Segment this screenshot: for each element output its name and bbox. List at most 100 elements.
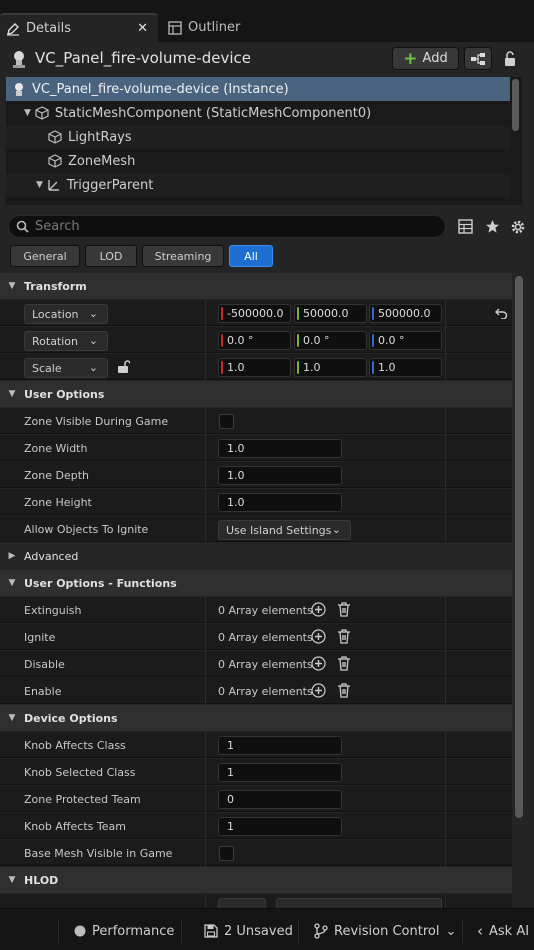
tab-details[interactable]: Details ✕ xyxy=(0,13,158,42)
hierarchy-icon xyxy=(470,52,486,66)
location-z-field[interactable]: 500000.0 xyxy=(369,304,442,323)
tree-item-instance[interactable]: VC_Panel_fire-volume-device (Instance) xyxy=(6,77,510,101)
close-icon[interactable]: ✕ xyxy=(137,21,148,36)
scene-component-icon xyxy=(48,180,59,191)
collapse-arrow-icon[interactable]: ▼ xyxy=(0,713,24,723)
property-row-location: Location ⌄ -500000.0 50000.0 500000.0 xyxy=(0,300,512,326)
collapse-arrow-icon[interactable]: ▼ xyxy=(0,875,24,885)
hlod-dropdown-partial[interactable] xyxy=(218,898,266,908)
scale-z-field[interactable]: 1.0 xyxy=(369,358,442,377)
collapse-arrow-icon[interactable]: ▼ xyxy=(0,389,24,399)
rotation-mode-dropdown[interactable]: Rotation ⌄ xyxy=(24,331,108,351)
property-label: Enable xyxy=(24,685,62,698)
property-row-zone-visible: Zone Visible During Game xyxy=(0,408,512,434)
property-grid: ▼ Transform Location ⌄ -500000.0 50000.0… xyxy=(0,273,512,908)
rotation-y-field[interactable]: 0.0 ° xyxy=(294,331,367,350)
hlod-dropdown-partial-2[interactable] xyxy=(276,898,442,908)
location-mode-dropdown[interactable]: Location ⌄ xyxy=(24,304,108,324)
tree-item-triggerparent[interactable]: ▼ TriggerParent xyxy=(6,173,510,197)
filter-tab-streaming[interactable]: Streaming xyxy=(142,245,224,267)
rotation-x-field[interactable]: 0.0 ° xyxy=(218,331,291,350)
scale-mode-dropdown[interactable]: Scale ⌄ xyxy=(24,358,108,378)
unsaved-button[interactable]: 2 Unsaved xyxy=(204,917,293,945)
property-grid-scrollbar[interactable] xyxy=(515,276,523,818)
category-user-options-functions[interactable]: ▼ User Options - Functions xyxy=(0,570,512,596)
search-input[interactable] xyxy=(35,218,435,235)
trash-icon[interactable] xyxy=(337,602,351,617)
branch-icon xyxy=(314,923,328,939)
filter-tab-lod[interactable]: LOD xyxy=(85,245,137,267)
category-label: Advanced xyxy=(24,549,79,563)
knob-affects-class-field[interactable]: 1 xyxy=(218,736,342,755)
array-count: 0 Array elements xyxy=(218,685,313,698)
trash-icon[interactable] xyxy=(337,683,351,698)
property-row-scale: Scale ⌄ 1.0 1.0 1.0 xyxy=(0,354,512,380)
category-hlod[interactable]: ▼ HLOD xyxy=(0,867,512,893)
array-count: 0 Array elements xyxy=(218,658,313,671)
star-icon[interactable] xyxy=(485,219,500,234)
category-transform[interactable]: ▼ Transform xyxy=(0,273,512,299)
unlock-icon[interactable] xyxy=(117,360,130,374)
zone-width-field[interactable]: 1.0 xyxy=(218,439,342,458)
add-element-icon[interactable] xyxy=(311,629,326,644)
performance-button[interactable]: Performance xyxy=(74,917,174,945)
base-mesh-visible-checkbox[interactable] xyxy=(219,846,234,861)
location-y-field[interactable]: 50000.0 xyxy=(294,304,367,323)
property-label: Knob Affects Team xyxy=(24,820,126,833)
property-label: Knob Affects Class xyxy=(24,739,126,752)
tab-outliner[interactable]: Outliner xyxy=(162,13,282,42)
tree-scrollbar[interactable] xyxy=(512,79,519,131)
expand-arrow-icon[interactable]: ▼ xyxy=(36,180,43,190)
tree-item-label: StaticMeshComponent (StaticMeshComponent… xyxy=(54,105,372,121)
gear-icon[interactable] xyxy=(510,219,526,235)
zone-depth-field[interactable]: 1.0 xyxy=(218,466,342,485)
trash-icon[interactable] xyxy=(337,656,351,671)
category-user-options[interactable]: ▼ User Options xyxy=(0,381,512,407)
expand-arrow-icon[interactable]: ▼ xyxy=(24,108,31,118)
rotation-z-field[interactable]: 0.0 ° xyxy=(369,331,442,350)
knob-selected-class-field[interactable]: 1 xyxy=(218,763,342,782)
filter-label: Streaming xyxy=(154,249,212,263)
trash-icon[interactable] xyxy=(337,629,351,644)
actor-icon xyxy=(12,82,26,97)
scale-x-field[interactable]: 1.0 xyxy=(218,358,291,377)
tree-item-label: LightRays xyxy=(68,129,132,145)
tree-item-zonemesh[interactable]: ZoneMesh xyxy=(6,149,510,173)
category-device-options[interactable]: ▼ Device Options xyxy=(0,705,512,731)
filter-tab-general[interactable]: General xyxy=(10,245,80,267)
knob-affects-team-field[interactable]: 1 xyxy=(218,817,342,836)
category-label: User Options xyxy=(24,387,105,401)
zone-height-field[interactable]: 1.0 xyxy=(218,493,342,512)
location-label: Location xyxy=(32,307,79,321)
scale-y-field[interactable]: 1.0 xyxy=(294,358,367,377)
chevron-down-icon: ⌄ xyxy=(88,334,98,347)
add-element-icon[interactable] xyxy=(311,656,326,671)
allow-ignite-dropdown[interactable]: Use Island Settings ⌄ xyxy=(218,520,351,540)
blueprint-button[interactable] xyxy=(464,47,492,70)
expand-arrow-icon[interactable]: ▶ xyxy=(0,551,24,561)
table-view-icon[interactable] xyxy=(458,219,473,234)
category-advanced[interactable]: ▶ Advanced xyxy=(0,543,512,569)
ask-ai-button[interactable]: ‹ Ask AI xyxy=(477,917,529,945)
lock-icon[interactable] xyxy=(503,51,517,67)
collapse-arrow-icon[interactable]: ▼ xyxy=(0,281,24,291)
array-count: 0 Array elements xyxy=(218,631,313,644)
collapse-arrow-icon[interactable]: ▼ xyxy=(0,578,24,588)
tree-item-lightrays[interactable]: LightRays xyxy=(6,125,510,149)
reset-arrow-icon[interactable] xyxy=(495,307,508,319)
add-component-button[interactable]: + Add xyxy=(392,47,459,70)
property-row-zone-protected-team: Zone Protected Team 0 xyxy=(0,786,512,812)
add-element-icon[interactable] xyxy=(311,602,326,617)
pencil-icon xyxy=(6,22,20,36)
location-x-field[interactable]: -500000.0 xyxy=(218,304,291,323)
filter-tab-all[interactable]: All xyxy=(229,245,273,267)
revision-control-button[interactable]: Revision Control ⌄ xyxy=(314,917,456,945)
property-row-allow-ignite: Allow Objects To Ignite Use Island Setti… xyxy=(0,516,512,542)
property-label: Knob Selected Class xyxy=(24,766,136,779)
property-label: Allow Objects To Ignite xyxy=(24,523,149,536)
ask-ai-label: Ask AI xyxy=(489,923,530,939)
tree-item-static-mesh-component[interactable]: ▼ StaticMeshComponent (StaticMeshCompone… xyxy=(6,101,510,125)
add-element-icon[interactable] xyxy=(311,683,326,698)
zone-visible-checkbox[interactable] xyxy=(219,414,234,429)
zone-protected-team-field[interactable]: 0 xyxy=(218,790,342,809)
